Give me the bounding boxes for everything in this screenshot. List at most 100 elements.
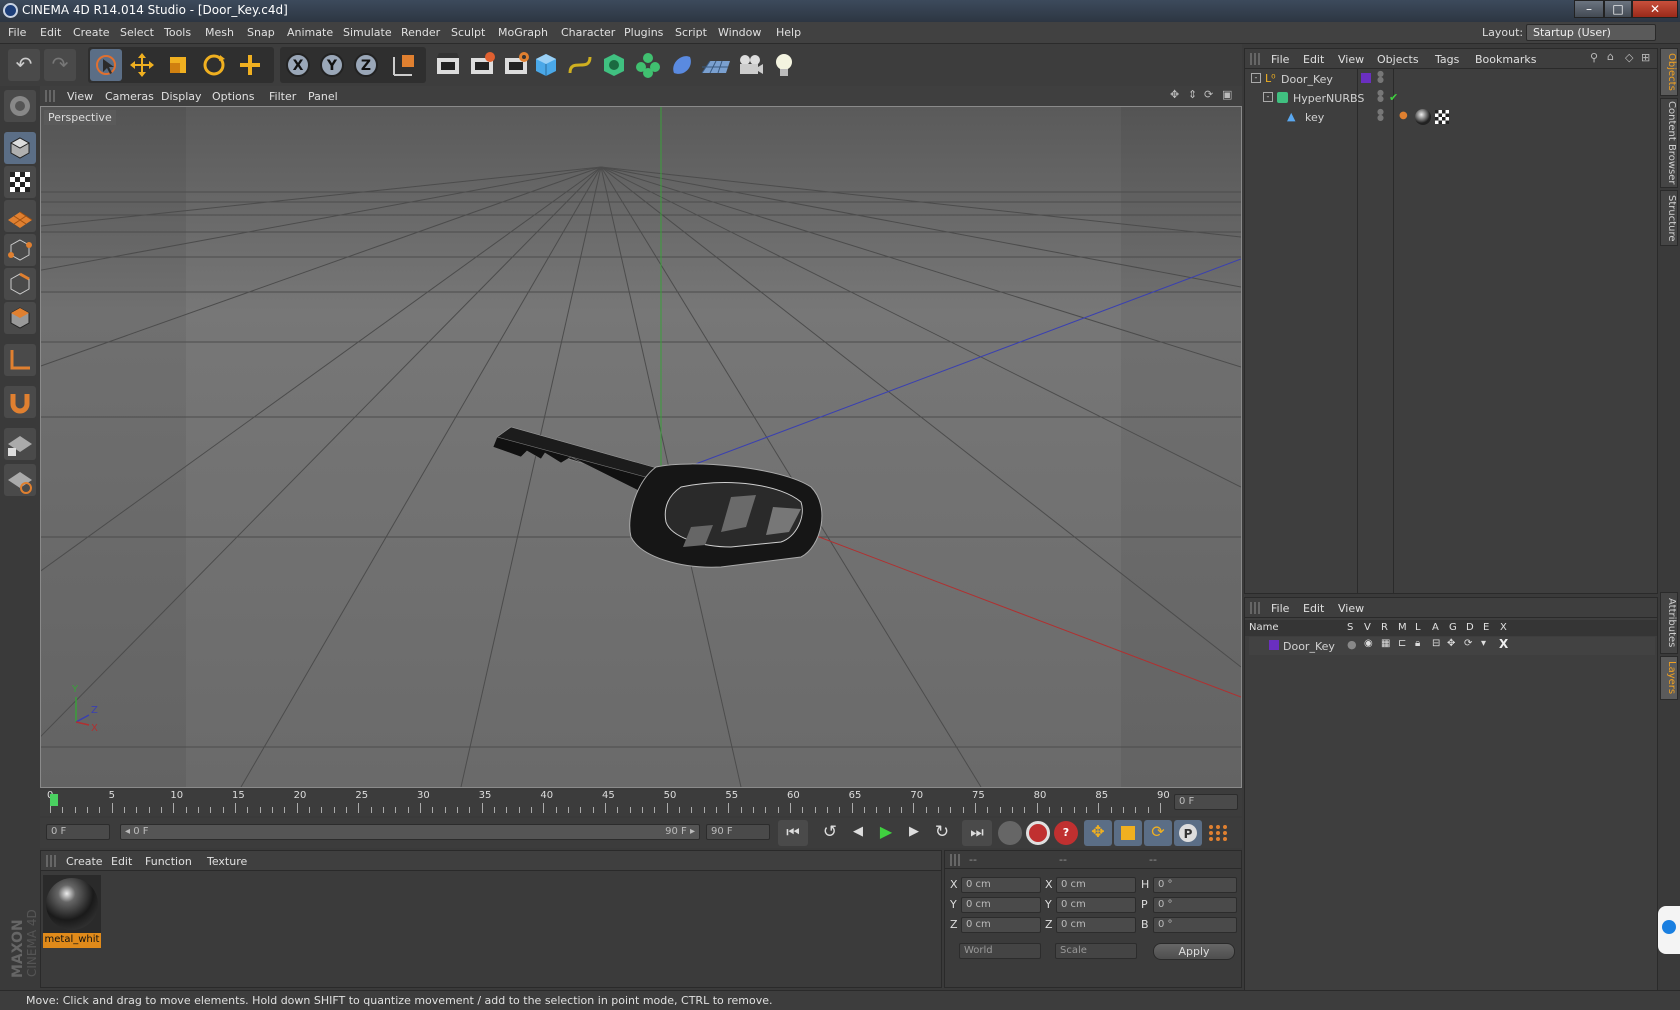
collapse-icon[interactable]: -	[1263, 92, 1273, 102]
panel-grip-icon[interactable]	[45, 90, 57, 102]
coordinate-space-select[interactable]: World	[959, 943, 1041, 959]
layer-solo-icon[interactable]: ●	[1347, 638, 1357, 651]
environment-floor-icon[interactable]	[700, 49, 732, 81]
visibility-dots-icon[interactable]: ● ●	[1377, 70, 1384, 84]
panel-grip-icon[interactable]	[950, 854, 962, 866]
visibility-dots-icon[interactable]: ● ●	[1377, 108, 1384, 122]
next-frame-icon[interactable]: ▶	[900, 820, 928, 846]
layer-deformer-icon[interactable]: ⟳	[1464, 638, 1472, 649]
home-icon[interactable]: ⌂	[1607, 50, 1614, 63]
playhead[interactable]	[50, 794, 58, 806]
object-menu-objects[interactable]: Objects	[1377, 53, 1419, 66]
layer-menu-view[interactable]: View	[1338, 602, 1364, 615]
light-icon[interactable]	[768, 49, 800, 81]
enabled-check-icon[interactable]: ✔	[1389, 91, 1398, 104]
viewport-menu-view[interactable]: View	[67, 90, 93, 103]
object-row-door-key[interactable]: - L⁰ Door_Key ● ●	[1249, 70, 1655, 88]
menu-mograph[interactable]: MoGraph	[498, 26, 548, 39]
undo-icon[interactable]: ↶	[8, 49, 40, 81]
deformer-icon[interactable]	[666, 49, 698, 81]
rot-b-field[interactable]: 0 °	[1153, 917, 1237, 933]
menu-simulate[interactable]: Simulate	[343, 26, 392, 39]
col-manager[interactable]: M	[1398, 622, 1407, 633]
cube-primitive-icon[interactable]	[530, 49, 562, 81]
material-menu-function[interactable]: Function	[145, 855, 192, 868]
col-locked[interactable]: L	[1415, 622, 1421, 633]
object-name-key[interactable]: key	[1305, 111, 1324, 124]
workplane-lock-icon[interactable]	[4, 428, 36, 460]
render-settings-icon[interactable]	[500, 49, 532, 81]
object-row-key[interactable]: ▲ key ● ● ●	[1249, 108, 1655, 126]
record-point-level-icon[interactable]	[1204, 820, 1232, 846]
rotate-icon[interactable]	[198, 49, 230, 81]
object-menu-view[interactable]: View	[1338, 53, 1364, 66]
layer-expression-icon[interactable]: ▾	[1481, 638, 1486, 649]
menu-script[interactable]: Script	[675, 26, 707, 39]
col-solo[interactable]: S	[1347, 622, 1353, 633]
render-view-icon[interactable]	[432, 49, 464, 81]
layout-select[interactable]: Startup (User)	[1526, 24, 1656, 41]
snapping-icon[interactable]	[4, 386, 36, 418]
size-x-field[interactable]: 0 cm	[1056, 877, 1136, 893]
layer-lock-icon[interactable]: 🔒︎	[1415, 638, 1420, 649]
layer-menu-file[interactable]: File	[1271, 602, 1289, 615]
menu-select[interactable]: Select	[120, 26, 154, 39]
live-selection-icon[interactable]	[90, 49, 122, 81]
next-key-icon[interactable]: ↻	[928, 820, 956, 846]
menu-create[interactable]: Create	[73, 26, 110, 39]
x-axis-lock-icon[interactable]: X	[282, 49, 314, 81]
layer-menu-edit[interactable]: Edit	[1303, 602, 1324, 615]
material-menu-texture[interactable]: Texture	[207, 855, 247, 868]
viewport-menu-cameras[interactable]: Cameras	[105, 90, 154, 103]
layer-animation-icon[interactable]: ⊟	[1432, 638, 1440, 649]
mograph-cloner-icon[interactable]	[632, 49, 664, 81]
layer-manager-icon[interactable]: ⊏	[1398, 638, 1406, 649]
menu-edit[interactable]: Edit	[40, 26, 61, 39]
layer-color-swatch[interactable]	[1269, 640, 1279, 650]
timeline-ruler[interactable]: 051015202530354045505560657075808590 0 F	[40, 790, 1242, 816]
layer-generator-icon[interactable]: ✥	[1447, 638, 1455, 649]
viewport-zoom-icon[interactable]: ⇕	[1188, 88, 1197, 101]
object-name-door-key[interactable]: Door_Key	[1281, 73, 1333, 86]
menu-render[interactable]: Render	[401, 26, 440, 39]
prev-frame-icon[interactable]: ◀	[844, 820, 872, 846]
record-rotation-icon[interactable]: ⟳	[1144, 820, 1172, 846]
material-name[interactable]: metal_whit	[43, 933, 101, 948]
menu-plugins[interactable]: Plugins	[624, 26, 663, 39]
tab-structure[interactable]: Structure	[1660, 190, 1678, 246]
pos-x-field[interactable]: 0 cm	[961, 877, 1041, 893]
tab-attributes[interactable]: Attributes	[1660, 592, 1678, 654]
teamviewer-widget-icon[interactable]	[1658, 906, 1680, 954]
end-frame-field[interactable]: 90 F	[706, 824, 770, 840]
model-mode-icon[interactable]	[4, 132, 36, 164]
viewport-rotate-icon[interactable]: ⟳	[1204, 88, 1213, 101]
polygons-mode-icon[interactable]	[4, 302, 36, 334]
menu-character[interactable]: Character	[561, 26, 615, 39]
workplane-mode-icon[interactable]	[4, 200, 36, 232]
pos-z-field[interactable]: 0 cm	[961, 917, 1041, 933]
collapse-icon[interactable]: -	[1251, 73, 1261, 83]
menu-snap[interactable]: Snap	[247, 26, 275, 39]
recent-tool-icon[interactable]	[234, 49, 266, 81]
rot-h-field[interactable]: 0 °	[1153, 877, 1237, 893]
axis-mode-icon[interactable]	[4, 344, 36, 376]
play-icon[interactable]: ▶	[872, 820, 900, 846]
layer-name[interactable]: Door_Key	[1283, 640, 1335, 653]
object-menu-edit[interactable]: Edit	[1303, 53, 1324, 66]
layer-xref-icon[interactable]: X	[1499, 637, 1508, 651]
close-button[interactable]: ✕	[1632, 0, 1678, 18]
record-position-icon[interactable]: ✥	[1084, 820, 1112, 846]
layer-row-door-key[interactable]: Door_Key ● ◉ ▦ ⊏ 🔒︎ ⊟ ✥ ⟳ ▾ X	[1249, 637, 1655, 655]
panel-grip-icon[interactable]	[1250, 53, 1262, 65]
material-menu-create[interactable]: Create	[66, 855, 103, 868]
edges-mode-icon[interactable]	[4, 268, 36, 300]
apply-button[interactable]: Apply	[1153, 943, 1235, 960]
object-menu-bookmarks[interactable]: Bookmarks	[1475, 53, 1536, 66]
viewport-toggle-icon[interactable]: ▣	[1222, 88, 1232, 101]
start-frame-field[interactable]: 0 F	[46, 824, 110, 840]
render-picture-viewer-icon[interactable]	[466, 49, 498, 81]
spline-icon[interactable]	[564, 49, 596, 81]
col-animation[interactable]: A	[1432, 622, 1439, 633]
frame-range-slider[interactable]: ◂ 0 F 90 F ▸	[120, 824, 700, 840]
panel-grip-icon[interactable]	[1250, 602, 1262, 614]
